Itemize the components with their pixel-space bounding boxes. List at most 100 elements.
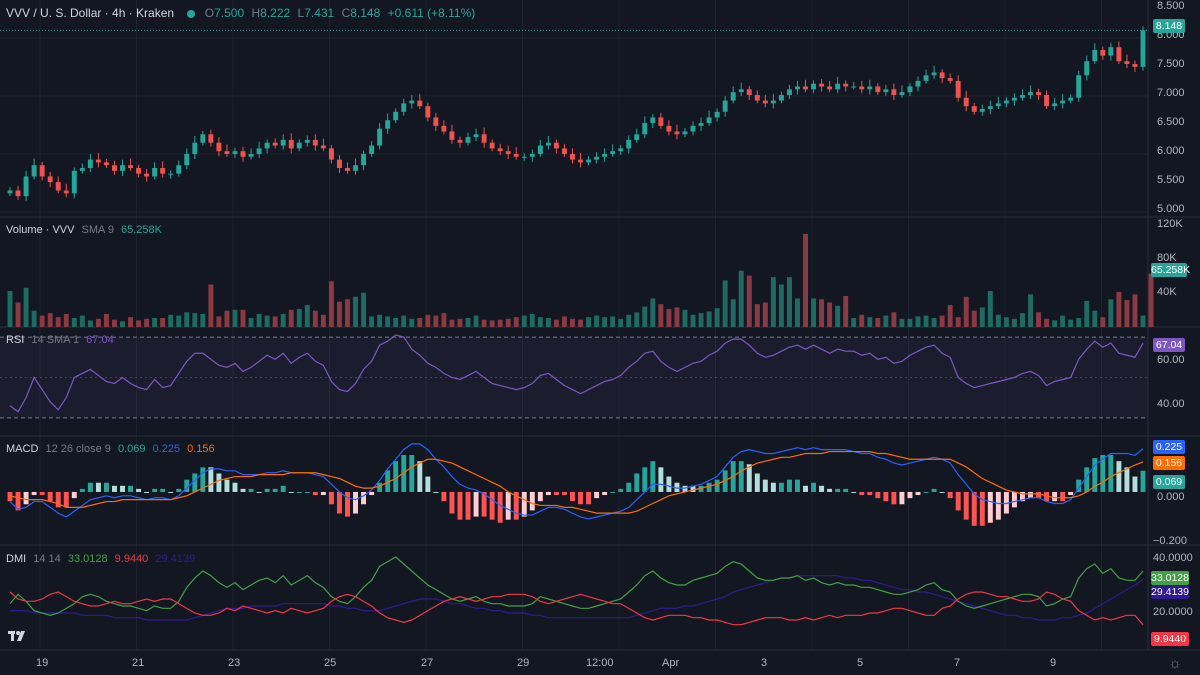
macd-histogram-bar — [939, 491, 945, 493]
rsi-tick: 60.00 — [1157, 354, 1185, 366]
macd-legend[interactable]: MACD 12 26 close 9 0.069 0.225 0.156 — [6, 443, 219, 455]
macd-histogram-bar — [931, 488, 937, 492]
candle-body — [1011, 97, 1017, 101]
time-tick: 21 — [132, 657, 145, 669]
macd-histogram-bar — [208, 467, 214, 492]
rsi-legend[interactable]: RSI 14 SMA 1 67.04 — [6, 334, 118, 346]
volume-bar — [393, 318, 399, 327]
volume-bar — [786, 277, 792, 327]
volume-legend[interactable]: Volume · VVV SMA 9 65.258K — [6, 224, 166, 236]
time-tick: 19 — [36, 657, 49, 669]
candle-body — [39, 165, 45, 177]
volume-bar — [401, 315, 407, 327]
volume-bar — [369, 316, 375, 327]
volume-bar — [1084, 300, 1090, 327]
candle-body — [594, 156, 600, 160]
candle-body — [55, 182, 61, 191]
candle-body — [7, 190, 13, 194]
candle-body — [224, 151, 230, 154]
macd-histogram-bar — [288, 491, 294, 493]
volume-tick: 40K — [1157, 286, 1177, 298]
macd-histogram-bar — [618, 488, 624, 492]
dmi-params: 14 14 — [33, 553, 61, 565]
volume-bar — [722, 280, 728, 327]
volume-bar — [144, 318, 150, 327]
volume-title: Volume · VVV — [6, 224, 75, 236]
volume-bar — [867, 317, 873, 327]
volume-bar — [1116, 291, 1122, 327]
candle-body — [658, 117, 664, 126]
volume-bar — [578, 319, 583, 327]
candle-body — [698, 123, 704, 126]
volume-bars — [7, 233, 1154, 327]
settings-gear-icon[interactable]: ☼ — [1167, 656, 1183, 672]
macd-histogram-bar — [714, 479, 720, 492]
volume-bar — [216, 316, 222, 327]
candle-body — [144, 173, 150, 177]
volume-bar — [642, 306, 648, 327]
macd-histogram-bar — [39, 491, 45, 496]
price-tick: 7.000 — [1157, 87, 1185, 99]
volume-bar — [827, 302, 833, 327]
volume-bar — [618, 318, 624, 327]
close-label: C — [341, 6, 351, 20]
candle-body — [345, 168, 350, 171]
macd-tick: 0.000 — [1157, 491, 1185, 503]
dmi-legend[interactable]: DMI 14 14 33.0128 9.9440 29.4139 — [6, 553, 199, 565]
time-tick: 3 — [761, 657, 768, 669]
volume-bar — [136, 320, 142, 327]
volume-bar — [803, 233, 808, 327]
volume-bar — [417, 318, 423, 327]
time-tick: 5 — [857, 657, 864, 669]
volume-bar — [457, 318, 463, 327]
volume-tick: 120K — [1157, 218, 1183, 230]
candle-body — [995, 103, 1001, 107]
volume-bar — [529, 313, 535, 327]
macd-histogram-bar — [859, 491, 865, 496]
volume-bar — [248, 318, 254, 327]
volume-bar — [1092, 310, 1098, 327]
volume-bar — [521, 315, 527, 327]
candle-body — [570, 153, 575, 160]
macd-histogram-bar — [835, 488, 841, 492]
volume-bar — [304, 304, 310, 327]
macd-histogram-bar — [336, 491, 342, 514]
volume-bar — [55, 317, 61, 327]
candle-body — [184, 153, 190, 166]
symbol-legend[interactable]: VVV / U. S. Dollar · 4h · Kraken O7.500 … — [6, 6, 479, 20]
macd-histogram-bar — [296, 491, 302, 493]
macd-params: 12 26 close 9 — [45, 443, 111, 455]
volume-bar — [1060, 315, 1066, 327]
di-plus-line — [9, 556, 1144, 616]
price-tick: 5.000 — [1157, 203, 1185, 215]
high-value: 8.222 — [260, 6, 291, 20]
candle-body — [827, 86, 833, 90]
volume-bar — [1108, 299, 1114, 327]
candle-body — [23, 176, 29, 197]
volume-bar — [15, 302, 21, 327]
volume-bar — [208, 284, 214, 327]
macd-histogram-bar — [891, 491, 897, 505]
candle-body — [762, 100, 768, 104]
open-value: 7.500 — [214, 6, 245, 20]
volume-bar — [746, 275, 752, 327]
candle-body — [513, 153, 519, 157]
candle-body — [288, 139, 294, 149]
macd-histogram-bar — [505, 491, 511, 520]
candle-body — [578, 159, 583, 163]
time-tick: 23 — [228, 657, 241, 669]
candle-body — [867, 86, 873, 90]
macd-line-value: 0.225 — [152, 443, 181, 455]
candle-body — [1036, 92, 1042, 95]
volume-bar — [168, 314, 174, 327]
price-tick: 8.500 — [1157, 0, 1185, 12]
candle-body — [1116, 47, 1122, 62]
candle-body — [1060, 100, 1066, 104]
candle-body — [409, 100, 415, 104]
chart[interactable] — [0, 0, 1200, 675]
volume-bar — [899, 318, 905, 327]
candle-body — [417, 100, 423, 107]
volume-bar — [698, 313, 704, 327]
volume-bar — [754, 304, 760, 327]
tradingview-logo[interactable] — [8, 630, 28, 644]
